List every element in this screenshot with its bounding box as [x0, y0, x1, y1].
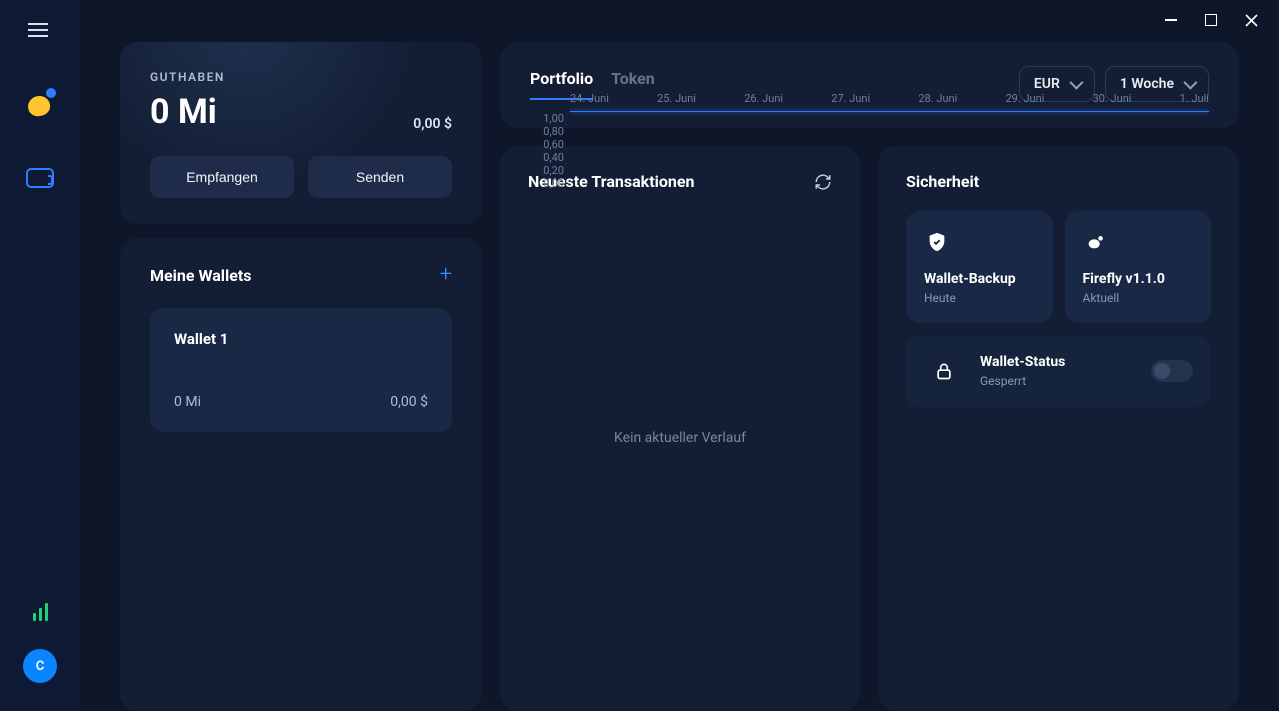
- y-tick: 0,20: [530, 164, 564, 177]
- security-backup-tile[interactable]: Wallet-Backup Heute: [906, 211, 1053, 323]
- security-version-tile[interactable]: Firefly v1.1.0 Aktuell: [1065, 211, 1212, 323]
- x-tick: 26. Juni: [744, 92, 783, 112]
- chevron-down-icon: [1183, 76, 1197, 90]
- activity-icon[interactable]: [33, 603, 48, 621]
- send-button[interactable]: Senden: [308, 156, 452, 198]
- refresh-icon[interactable]: [814, 173, 832, 191]
- window-controls: [1161, 10, 1261, 30]
- shield-check-icon: [924, 229, 950, 255]
- profile-avatar[interactable]: C: [23, 649, 57, 683]
- backup-title: Wallet-Backup: [924, 271, 1035, 287]
- x-tick: 24. Juni: [570, 92, 609, 112]
- transactions-empty: Kein aktueller Verlauf: [528, 191, 832, 685]
- wallet-name: Wallet 1: [174, 330, 428, 348]
- x-tick: 29. Juni: [1005, 92, 1044, 112]
- x-tick: 30. Juni: [1093, 92, 1132, 112]
- wallet-status-toggle[interactable]: [1151, 360, 1193, 382]
- security-card: Sicherheit Wallet-Backup Heute: [878, 146, 1239, 711]
- firefly-icon: [1083, 229, 1109, 255]
- maximize-icon[interactable]: [1201, 10, 1221, 30]
- close-icon[interactable]: [1241, 10, 1261, 30]
- wallet-item[interactable]: Wallet 1 0 Mi 0,00 $: [150, 308, 452, 432]
- balance-card: GUTHABEN 0 Mi 0,00 $ Empfangen Senden: [120, 42, 482, 224]
- wallet-nav-icon[interactable]: [26, 168, 54, 188]
- sidebar: C: [0, 0, 80, 711]
- x-tick: 1. Juli: [1180, 92, 1209, 112]
- main-area: GUTHABEN 0 Mi 0,00 $ Empfangen Senden Me…: [80, 0, 1279, 711]
- wallet-fiat: 0,00 $: [390, 394, 428, 410]
- balance-fiat: 0,00 $: [413, 116, 452, 132]
- y-tick: 0,60: [530, 138, 564, 151]
- y-tick: 0,80: [530, 125, 564, 138]
- minimize-icon[interactable]: [1161, 10, 1181, 30]
- x-tick: 28. Juni: [918, 92, 957, 112]
- wallets-card: Meine Wallets + Wallet 1 0 Mi 0,00 $: [120, 238, 482, 711]
- add-wallet-icon[interactable]: +: [440, 264, 452, 286]
- currency-value: EUR: [1034, 76, 1060, 92]
- menu-icon[interactable]: [28, 18, 52, 42]
- x-tick: 25. Juni: [657, 92, 696, 112]
- transactions-card: Neueste Transaktionen Kein aktueller Ver…: [500, 146, 860, 711]
- version-subtitle: Aktuell: [1083, 291, 1194, 305]
- chevron-down-icon: [1069, 76, 1083, 90]
- chart-card: Portfolio Token EUR 1 Woche 1,000,800,60…: [500, 42, 1239, 128]
- balance-label: GUTHABEN: [150, 70, 452, 84]
- y-tick: 1,00: [530, 112, 564, 125]
- wallets-title: Meine Wallets: [150, 266, 252, 285]
- app-logo-icon: [24, 86, 56, 118]
- lock-icon: [924, 351, 964, 391]
- y-tick: 0,00: [530, 177, 564, 190]
- status-subtitle: Gesperrt: [980, 374, 1065, 388]
- balance-amount: 0 Mi: [150, 92, 217, 132]
- receive-button[interactable]: Empfangen: [150, 156, 294, 198]
- status-title: Wallet-Status: [980, 354, 1065, 370]
- wallet-amount: 0 Mi: [174, 394, 201, 410]
- version-title: Firefly v1.1.0: [1083, 271, 1194, 287]
- y-tick: 0,40: [530, 151, 564, 164]
- backup-subtitle: Heute: [924, 291, 1035, 305]
- x-tick: 27. Juni: [831, 92, 870, 112]
- timeframe-value: 1 Woche: [1120, 76, 1174, 92]
- security-status-tile: Wallet-Status Gesperrt: [906, 335, 1211, 407]
- security-title: Sicherheit: [906, 172, 1211, 191]
